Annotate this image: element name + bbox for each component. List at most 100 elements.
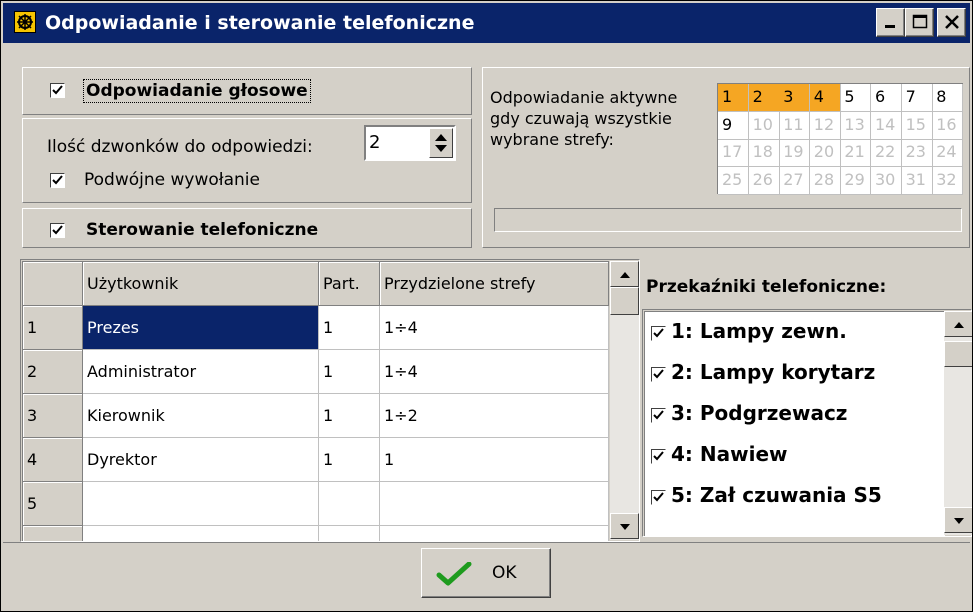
zone-cell-17[interactable]: 17	[718, 139, 749, 167]
close-button[interactable]	[937, 8, 966, 37]
zone-selector-grid[interactable]: 1 2 3 4 5 6 7 8 9 10 11 12 13 14 15 16 17 18 19 20 21 22 23 24 2…	[717, 83, 964, 195]
zone-cell-24[interactable]: 24	[932, 139, 964, 167]
phone-control-checkbox[interactable]	[50, 223, 65, 238]
zone-cell-32[interactable]: 32	[932, 166, 964, 195]
zone-cell-3[interactable]: 3	[779, 84, 811, 112]
zones-status-bar	[494, 208, 962, 232]
zone-cell-26[interactable]: 26	[748, 166, 780, 195]
zone-cell-7[interactable]: 7	[901, 84, 933, 112]
rings-spin-buttons[interactable]	[429, 128, 453, 158]
scroll-up-button[interactable]	[610, 261, 639, 287]
zone-cell-2[interactable]: 2	[748, 84, 780, 112]
scroll-down-button[interactable]	[610, 513, 639, 539]
voice-answering-label: Odpowiadanie głosowe	[83, 79, 311, 103]
check-icon	[653, 451, 664, 461]
table-cell[interactable]: 1	[319, 350, 380, 394]
zones-caption-line-2: gdy czuwają wszystkie	[490, 109, 672, 128]
close-icon	[945, 15, 959, 29]
zone-cell-23[interactable]: 23	[901, 139, 933, 167]
column-header[interactable]: Part.	[319, 262, 380, 306]
zone-cell-21[interactable]: 21	[840, 139, 872, 167]
zone-cell-1[interactable]: 1	[718, 84, 749, 112]
relays-scroll-thumb[interactable]	[944, 341, 972, 367]
zone-cell-9[interactable]: 9	[718, 111, 749, 140]
relay-item[interactable]: 3: Podgrzewacz	[645, 394, 945, 434]
table-cell[interactable]: 1	[380, 438, 609, 482]
table-cell[interactable]	[83, 482, 319, 526]
row-header[interactable]: 4	[23, 438, 83, 482]
zone-cell-28[interactable]: 28	[809, 166, 841, 195]
table-cell[interactable]: Administrator	[83, 350, 319, 394]
table-corner-header[interactable]	[23, 262, 83, 306]
voice-answering-checkbox[interactable]	[50, 83, 65, 98]
relays-list[interactable]: 1: Lampy zewn. 2: Lampy korytarz 3: Podgrz…	[644, 311, 945, 536]
row-header[interactable]: 3	[23, 394, 83, 438]
table-cell[interactable]	[380, 526, 609, 541]
table-cell[interactable]	[380, 482, 609, 526]
zone-cell-27[interactable]: 27	[779, 166, 811, 195]
rings-spinner[interactable]: 2	[364, 125, 456, 161]
table-cell[interactable]: 1÷4	[380, 350, 609, 394]
table-cell[interactable]	[83, 526, 319, 541]
table-cell[interactable]: 1÷4	[380, 306, 609, 350]
check-icon	[653, 328, 664, 338]
zone-cell-4[interactable]: 4	[809, 84, 841, 112]
table-cell[interactable]: Dyrektor	[83, 438, 319, 482]
row-header[interactable]: 1	[23, 306, 83, 350]
relay-checkbox[interactable]	[651, 490, 666, 505]
row-header[interactable]: 2	[23, 350, 83, 394]
ok-label: OK	[492, 563, 517, 583]
relay-checkbox[interactable]	[651, 449, 666, 464]
zone-cell-19[interactable]: 19	[779, 139, 811, 167]
zone-cell-13[interactable]: 13	[840, 111, 872, 140]
minimize-button[interactable]	[876, 8, 905, 37]
zone-cell-8[interactable]: 8	[932, 84, 964, 112]
zone-cell-30[interactable]: 30	[871, 166, 902, 195]
relay-item[interactable]: 1: Lampy zewn.	[645, 312, 945, 352]
zone-cell-14[interactable]: 14	[871, 111, 902, 140]
title-bar[interactable]: Odpowiadanie i sterowanie telefoniczne	[3, 3, 970, 43]
zone-cell-25[interactable]: 25	[718, 166, 749, 195]
zone-cell-29[interactable]: 29	[840, 166, 872, 195]
table-cell[interactable]: 1	[319, 438, 380, 482]
check-icon	[52, 85, 63, 95]
table-cell[interactable]: 1	[319, 306, 380, 350]
relay-checkbox[interactable]	[651, 367, 666, 382]
table-cell[interactable]	[319, 526, 380, 541]
row-header[interactable]: 5	[23, 482, 83, 526]
zone-cell-20[interactable]: 20	[809, 139, 841, 167]
relay-checkbox[interactable]	[651, 408, 666, 423]
users-table-scrollbar[interactable]	[610, 261, 639, 540]
zone-cell-12[interactable]: 12	[809, 111, 841, 140]
relay-item[interactable]: 5: Zał czuwania S5	[645, 476, 945, 516]
table-cell[interactable]	[319, 482, 380, 526]
scroll-thumb[interactable]	[610, 287, 639, 315]
zone-cell-10[interactable]: 10	[748, 111, 780, 140]
zone-cell-31[interactable]: 31	[901, 166, 933, 195]
relays-scroll-up-button[interactable]	[944, 311, 972, 337]
table-cell[interactable]: 1	[319, 394, 380, 438]
zone-cell-16[interactable]: 16	[932, 111, 964, 140]
relays-scrollbar[interactable]	[944, 311, 972, 535]
column-header[interactable]: Użytkownik	[83, 262, 319, 306]
relay-item[interactable]: 2: Lampy korytarz	[645, 353, 945, 393]
zone-cell-6[interactable]: 6	[871, 84, 902, 112]
users-table[interactable]: Użytkownik Part. Przydzielone strefy 1 Preze…	[22, 261, 609, 541]
maximize-button[interactable]	[905, 8, 934, 37]
row-header[interactable]: 6	[23, 526, 83, 541]
relay-item[interactable]: 4: Nawiew	[645, 435, 945, 475]
phone-control-panel: Sterowanie telefoniczne	[22, 208, 472, 248]
ok-button[interactable]: OK	[421, 548, 551, 598]
table-cell[interactable]: 1÷2	[380, 394, 609, 438]
zone-cell-22[interactable]: 22	[871, 139, 902, 167]
relay-checkbox[interactable]	[651, 326, 666, 341]
zone-cell-15[interactable]: 15	[901, 111, 933, 140]
double-call-checkbox[interactable]	[50, 173, 65, 188]
zone-cell-11[interactable]: 11	[779, 111, 811, 140]
relays-scroll-down-button[interactable]	[944, 507, 972, 533]
table-cell[interactable]: Kierownik	[83, 394, 319, 438]
table-cell[interactable]: Prezes	[83, 306, 319, 350]
zone-cell-5[interactable]: 5	[840, 84, 872, 112]
column-header[interactable]: Przydzielone strefy	[380, 262, 609, 306]
zone-cell-18[interactable]: 18	[748, 139, 780, 167]
